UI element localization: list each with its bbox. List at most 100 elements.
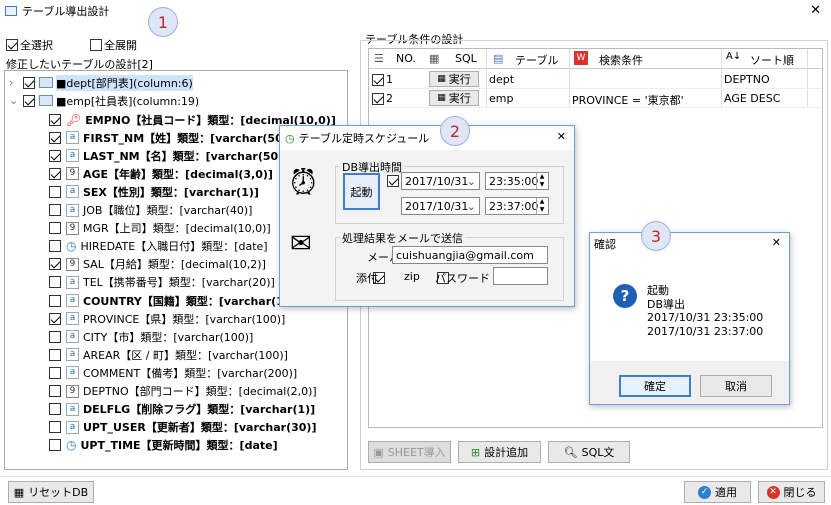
tree-checkbox[interactable]: [23, 94, 35, 107]
marker-3: 3: [641, 221, 671, 251]
tree-column-item[interactable]: a CITY【市】類型：[varchar(100)]: [49, 327, 253, 346]
time1-checkbox[interactable]: [387, 175, 399, 187]
tree-column-item[interactable]: 9 MGR【上司】類型：[decimal(10,0)]: [49, 219, 271, 238]
time1-value: 23:35:00: [489, 174, 539, 188]
time2-picker[interactable]: 23:37:00 ▲ ▼: [485, 197, 549, 215]
tree-column-item[interactable]: a DELFLG【削除フラグ】類型：[varchar(1)]: [49, 400, 315, 419]
table-row[interactable]: 2 ▦ 実行 emp PROVINCE = '東京都' AGE DESC: [369, 89, 822, 108]
spin-icon[interactable]: ▲ ▼: [536, 173, 547, 189]
tree-column-item[interactable]: ◷ HIREDATE【入職日付】類型：[date]: [49, 237, 268, 256]
tree-column-item[interactable]: a AREAR【区 / 町】類型：[varchar(100)]: [49, 345, 288, 364]
tree-column-item[interactable]: a PROVINCE【県】類型：[varchar(100)]: [49, 309, 285, 328]
tree-column-item[interactable]: a COUNTRY【国籍】類型：[varchar(100)]: [49, 291, 309, 310]
column-checkbox[interactable]: [49, 403, 61, 416]
tree-column-item[interactable]: a UPT_USER【更新者】類型：[varchar(30)]: [49, 418, 316, 437]
column-checkbox[interactable]: [49, 131, 61, 144]
tree-node-emp[interactable]: ⌄ ■emp[社員表](column:19): [9, 91, 199, 110]
close-button[interactable]: ✕ 閉じる: [758, 481, 825, 503]
text-type-icon: a: [66, 312, 79, 326]
column-checkbox[interactable]: [49, 294, 61, 307]
add-icon: ⊞: [470, 445, 481, 459]
confirm-title: 確認: [594, 238, 616, 251]
mail-input[interactable]: cuishuangjia@gmail.com: [392, 246, 548, 264]
col-header-sql[interactable]: SQL: [455, 52, 477, 65]
window-close-button[interactable]: ✕: [810, 3, 821, 18]
column-checkbox[interactable]: [49, 149, 61, 162]
password-input[interactable]: [493, 267, 548, 285]
column-checkbox[interactable]: [49, 421, 61, 434]
clock-icon: ◷: [285, 131, 295, 145]
confirm-cancel-button[interactable]: 取消: [700, 375, 772, 397]
confirm-ok-button[interactable]: 確定: [619, 375, 691, 397]
check-icon: ✓: [698, 485, 711, 499]
column-checkbox[interactable]: [49, 167, 61, 180]
tree-column-item[interactable]: a COMMENT【備考】類型：[varchar(200)]: [49, 363, 297, 382]
column-checkbox[interactable]: [49, 385, 61, 397]
sheet-import-button[interactable]: ▣ SHEET導入: [368, 441, 451, 463]
column-checkbox[interactable]: [49, 348, 61, 361]
column-checkbox[interactable]: [49, 113, 61, 126]
col-header-sort[interactable]: ソート順: [750, 52, 794, 68]
select-all-check[interactable]: [6, 39, 18, 51]
add-design-button[interactable]: ⊞ 設計追加: [458, 441, 541, 463]
date1-picker[interactable]: 2017/10/31 ⌄: [401, 172, 480, 190]
column-checkbox[interactable]: [49, 439, 61, 452]
tree-column-item[interactable]: a FIRST_NM【姓】類型：[varchar(50)]: [49, 128, 293, 147]
row-no: 1: [386, 73, 393, 86]
schedule-dialog: ◷ テーブル定時スケジュール ✕ ⏰︎ ✉ DB導出時間 起動 2017/10/…: [279, 125, 575, 307]
row-checkbox[interactable]: [372, 74, 384, 86]
tree-column-item[interactable]: 9 SAL【月給】類型：[decimal(10,2)]: [49, 255, 266, 274]
reset-db-button[interactable]: ▦ リセットDB: [8, 481, 94, 503]
column-checkbox[interactable]: [49, 185, 61, 198]
tree-column-item[interactable]: ◷ UPT_TIME【更新時間】類型：[date]: [49, 436, 278, 455]
column-checkbox[interactable]: [49, 222, 61, 235]
col-header-no[interactable]: NO.: [396, 52, 416, 65]
confirm-close-button[interactable]: ✕: [772, 236, 781, 249]
collapse-arrow-icon[interactable]: ⌄: [9, 94, 19, 107]
tree-column-item[interactable]: 9 DEPTNO【部門コード】類型：[decimal(2,0)]: [49, 382, 317, 401]
execute-button[interactable]: ▦ 実行: [429, 71, 479, 87]
column-checkbox[interactable]: [49, 204, 61, 216]
row-checkbox[interactable]: [372, 93, 384, 105]
sort-icon: A↓: [726, 51, 742, 62]
tree-column-item[interactable]: a SEX【性別】類型：[varchar(1)]: [49, 182, 259, 201]
tree-column-item[interactable]: 9 AGE【年齢】類型：[decimal(3,0)]: [49, 164, 273, 183]
column-checkbox[interactable]: [49, 258, 61, 271]
apply-button[interactable]: ✓ 適用: [684, 481, 751, 503]
start-button[interactable]: 起動: [343, 173, 380, 210]
sql-button[interactable]: 🔍︎ SQL文: [548, 441, 630, 463]
column-label: JOB【職位】類型：[varchar(40)]: [83, 204, 253, 217]
schedule-close-button[interactable]: ✕: [557, 130, 566, 143]
chevron-down-icon: ⌄: [466, 199, 476, 213]
expand-all-checkbox[interactable]: 全展開: [90, 37, 137, 53]
expand-all-check[interactable]: [90, 39, 102, 51]
tree-node-dept[interactable]: › ■dept[部門表](column:6): [9, 73, 193, 92]
tree-label-emp: ■emp[社員表](column:19): [56, 94, 200, 108]
date2-picker[interactable]: 2017/10/31 ⌄: [401, 197, 480, 215]
text-type-icon: a: [66, 402, 79, 416]
column-checkbox[interactable]: [49, 330, 61, 343]
tree-column-item[interactable]: a LAST_NM【名】類型：[varchar(50)]: [49, 146, 288, 165]
app-icon: [5, 6, 17, 16]
execute-button[interactable]: ▦ 実行: [429, 90, 479, 106]
column-checkbox[interactable]: [49, 312, 61, 325]
table-row[interactable]: 1 ▦ 実行 dept DEPTNO: [369, 70, 822, 89]
column-checkbox[interactable]: [49, 240, 61, 253]
tree-column-item[interactable]: a TEL【携帯番号】類型：[varchar(20)]: [49, 273, 275, 292]
text-type-icon: a: [66, 185, 79, 199]
column-checkbox[interactable]: [49, 366, 61, 379]
search-icon: 🔍︎: [563, 445, 578, 459]
select-all-checkbox[interactable]: 全選択: [6, 37, 53, 53]
row-condition: PROVINCE = '東京都': [572, 94, 684, 107]
clock-icon: ◷: [66, 239, 77, 254]
spin-icon[interactable]: ▲ ▼: [536, 198, 547, 214]
confirm-line-4: 2017/10/31 23:37:00: [647, 325, 764, 338]
expand-arrow-icon[interactable]: ›: [9, 76, 19, 89]
tree-checkbox[interactable]: [23, 76, 35, 89]
time1-picker[interactable]: 23:35:00 ▲ ▼: [485, 172, 549, 190]
col-header-table[interactable]: テーブル: [515, 52, 558, 68]
col-header-condition[interactable]: 検索条件: [599, 52, 643, 68]
tree-column-item[interactable]: a JOB【職位】類型：[varchar(40)]: [49, 201, 252, 220]
column-checkbox[interactable]: [49, 276, 61, 289]
text-type-icon: a: [66, 366, 79, 380]
